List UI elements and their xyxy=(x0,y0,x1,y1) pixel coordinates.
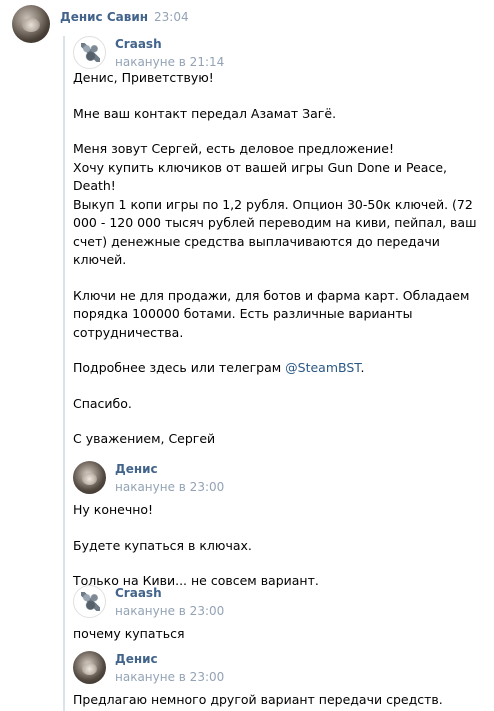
denis-avatar[interactable] xyxy=(73,651,106,684)
text-line: Хочу купить ключиков от вашей игры Gun D… xyxy=(73,159,448,175)
forwarded-message: Денис накануне в 23:00 Предлагаю немного… xyxy=(73,651,483,710)
message-time[interactable]: накануне в 23:00 xyxy=(115,480,224,495)
forwarded-messages-bar xyxy=(63,36,65,711)
text-line: Мне ваш контакт передал Азамат Загё. xyxy=(73,105,337,121)
message-text: почему купаться xyxy=(73,625,483,644)
author-name[interactable]: Денис xyxy=(115,652,158,667)
text-line: Предлагаю немного другой вариант передач… xyxy=(73,692,443,707)
text-line: Ключи не для продажи, для ботов и фарма … xyxy=(73,287,470,303)
text-line: С уважением, Сергей xyxy=(73,431,216,446)
text-line: Спасибо. xyxy=(73,395,132,411)
denis-avatar[interactable] xyxy=(73,461,106,494)
author-name[interactable]: Денис xyxy=(115,462,158,477)
message-header: Денис Савин 23:04 xyxy=(60,9,189,25)
message-text: Предлагаю немного другой вариант передач… xyxy=(73,691,483,710)
text-line: Меня зовут Сергей, есть деловое предложе… xyxy=(73,141,394,156)
message-time[interactable]: 23:04 xyxy=(154,10,189,24)
text-line: почему купаться xyxy=(73,626,185,641)
text-line: ключей. xyxy=(73,252,127,267)
message-text: Денис, Приветствую! Мне ваш контакт пере… xyxy=(73,69,483,449)
text-line: сотрудничества. xyxy=(73,324,184,340)
forwarded-message: Денис накануне в 23:00 Ну конечно! Будет… xyxy=(73,461,483,591)
craash-avatar[interactable] xyxy=(73,585,106,618)
text-line: Выкуп 1 копи игры по 1,2 рубля. Опцион 3… xyxy=(73,196,473,212)
author-name[interactable]: Craash xyxy=(115,37,162,52)
author-name[interactable]: Craash xyxy=(115,586,162,601)
text-line: Будете купаться в ключах. xyxy=(73,537,252,553)
message-time[interactable]: накануне в 23:00 xyxy=(115,604,224,619)
sender-name[interactable]: Денис Савин xyxy=(60,10,148,24)
text-segment: . xyxy=(360,360,365,375)
text-segment: Подробнее здесь или телеграм xyxy=(73,360,286,375)
forwarded-message: Craash накануне в 23:00 почему купаться xyxy=(73,585,483,644)
sender-avatar[interactable] xyxy=(12,5,50,43)
message-time[interactable]: накануне в 23:00 xyxy=(115,670,224,685)
text-line: Death! xyxy=(73,178,116,193)
text-line: счет) денежные средства выплачиваются до… xyxy=(73,233,440,249)
text-line: Ну конечно! xyxy=(73,502,154,517)
forwarded-message: Craash накануне в 21:14 Денис, Приветств… xyxy=(73,36,483,449)
message-text: Ну конечно! Будете купаться в ключах. То… xyxy=(73,501,483,591)
text-line: порядка 100000 ботами. Есть различные ва… xyxy=(73,306,413,321)
message-time[interactable]: накануне в 21:14 xyxy=(115,55,224,70)
text-line: Подробнее здесь или телеграм @SteamBST. xyxy=(73,359,483,378)
craash-avatar[interactable] xyxy=(73,36,106,69)
text-line: 000 - 120 000 тысяч рублей переводим на … xyxy=(73,215,477,230)
telegram-link[interactable]: @SteamBST xyxy=(285,360,360,375)
